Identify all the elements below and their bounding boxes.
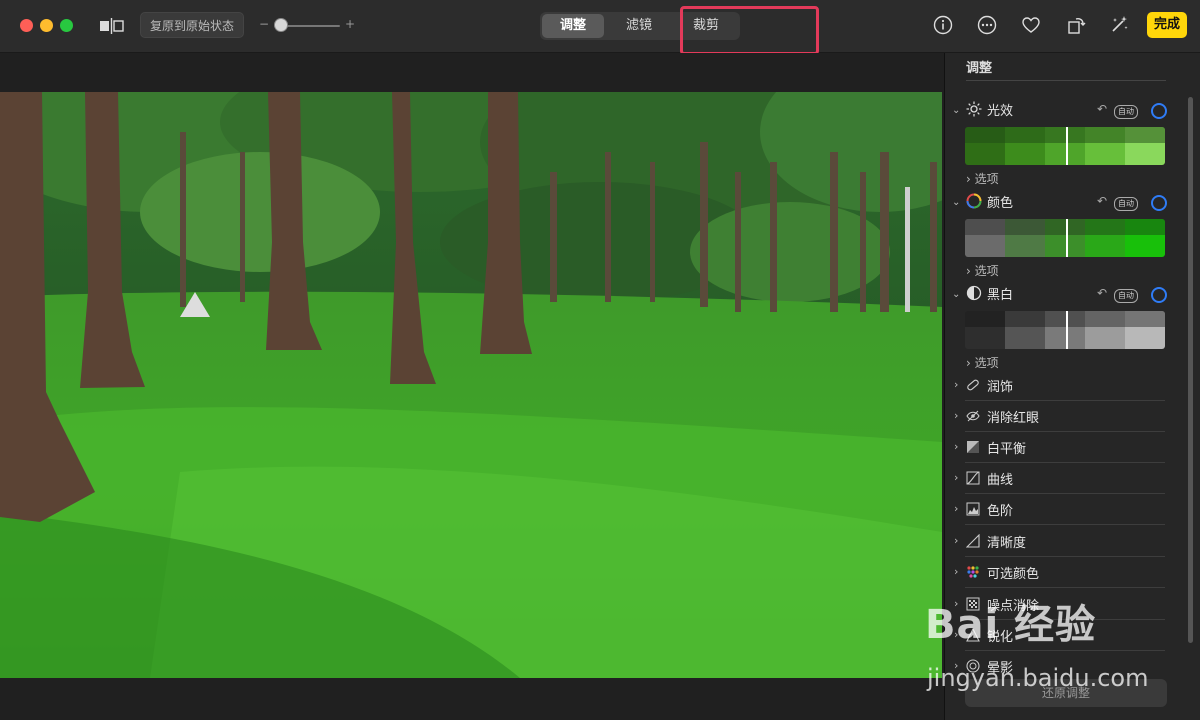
definition-icon (966, 534, 980, 548)
sidebar-item-label: 白平衡 (987, 442, 1027, 457)
undo-icon[interactable]: ↶ (1097, 286, 1107, 300)
bw-options-toggle[interactable]: › 选项 (966, 354, 999, 371)
auto-button[interactable]: 自动 (1114, 105, 1138, 119)
baidu-watermark: Bai 经验 jingyan.baidu.com (925, 592, 1165, 702)
filmstrip-marker[interactable] (1066, 219, 1068, 257)
chevron-right-icon: › (954, 409, 959, 422)
row-divider (965, 587, 1165, 588)
sidebar-title-divider (966, 80, 1166, 81)
bandage-icon (967, 379, 979, 391)
bw-filmstrip[interactable] (965, 311, 1165, 349)
row-divider (965, 400, 1165, 401)
done-button[interactable]: 完成 (1147, 12, 1187, 38)
chevron-down-icon[interactable]: ⌄ (952, 105, 960, 116)
sidebar-item-label: 清晰度 (987, 536, 1027, 551)
row-divider (965, 493, 1165, 494)
photo-canvas (0, 53, 944, 720)
chevron-right-icon: › (954, 378, 959, 391)
chevron-right-icon: › (954, 502, 959, 515)
sun-icon (966, 101, 982, 117)
chevron-right-icon: › (954, 565, 959, 578)
section-toggle[interactable] (1151, 287, 1167, 303)
sidebar-item-label: 消除红眼 (987, 411, 1040, 426)
color-filmstrip[interactable] (965, 219, 1165, 257)
auto-button[interactable]: 自动 (1114, 289, 1138, 303)
section-light-label: 光效 (987, 104, 1014, 119)
chevron-down-icon[interactable]: ⌄ (952, 289, 960, 300)
sidebar-item-levels[interactable]: › 色阶 (945, 495, 1185, 525)
zoom-slider-thumb[interactable] (274, 18, 288, 32)
filmstrip-marker[interactable] (1066, 127, 1068, 165)
section-toggle[interactable] (1151, 195, 1167, 211)
sidebar-item-curves[interactable]: › 曲线 (945, 464, 1185, 494)
light-options-toggle[interactable]: › 选项 (966, 170, 999, 187)
section-toggle[interactable] (1151, 103, 1167, 119)
row-divider (965, 462, 1165, 463)
sidebar-item-label: 色阶 (987, 504, 1014, 519)
maximize-window-button[interactable] (60, 19, 73, 32)
watermark-url: jingyan.baidu.com (927, 664, 1149, 692)
info-icon[interactable] (932, 14, 954, 36)
filmstrip-marker[interactable] (1066, 311, 1068, 349)
color-wheel-icon (966, 193, 982, 209)
sidebar-item-label: 润饰 (987, 380, 1014, 395)
sidebar-item-red-eye[interactable]: › 消除红眼 (945, 402, 1185, 432)
toolbar: 复原到原始状态 − + 调整 滤镜 裁剪 完成 (0, 0, 1200, 55)
levels-icon (966, 502, 980, 516)
crop-tab-highlight-box (680, 6, 819, 55)
section-color-label: 颜色 (987, 196, 1014, 211)
heart-icon[interactable] (1020, 14, 1042, 36)
sidebar-scrollbar[interactable] (1188, 97, 1193, 643)
photos-editor-window: 复原到原始状态 − + 调整 滤镜 裁剪 完成 调整 ⌄ 光效 ↶ 自动 › 选… (0, 0, 1200, 720)
tab-filters[interactable]: 滤镜 (608, 14, 670, 38)
edited-photo-forest-lawn (0, 92, 942, 678)
curves-icon (966, 471, 980, 485)
section-bw-label: 黑白 (987, 288, 1014, 303)
row-divider (965, 431, 1165, 432)
sidebar-item-retouch[interactable]: › 润饰 (945, 371, 1185, 401)
close-window-button[interactable] (20, 19, 33, 32)
sidebar-item-label: 可选颜色 (987, 567, 1040, 582)
white-balance-icon (967, 441, 979, 453)
sidebar-item-definition[interactable]: › 清晰度 (945, 527, 1185, 557)
compare-split-icon[interactable] (99, 18, 125, 34)
color-options-toggle[interactable]: › 选项 (966, 262, 999, 279)
light-filmstrip[interactable] (965, 127, 1165, 165)
sidebar-item-label: 曲线 (987, 473, 1014, 488)
tab-adjust[interactable]: 调整 (542, 14, 604, 38)
sidebar-item-white-balance[interactable]: › 白平衡 (945, 433, 1185, 463)
undo-icon[interactable]: ↶ (1097, 194, 1107, 208)
rotate-icon[interactable] (1065, 14, 1087, 36)
more-icon[interactable] (976, 14, 998, 36)
row-divider (965, 524, 1165, 525)
eye-icon (966, 410, 980, 422)
sidebar-item-selective-color[interactable]: › 可选颜色 (945, 558, 1185, 588)
magic-wand-icon[interactable] (1108, 14, 1130, 36)
chevron-right-icon: › (954, 440, 959, 453)
watermark-brand: Bai 经验 (925, 602, 1097, 648)
chevron-right-icon: › (954, 534, 959, 547)
zoom-in-label: + (345, 17, 356, 31)
half-circle-icon (966, 285, 982, 301)
undo-icon[interactable]: ↶ (1097, 102, 1107, 116)
auto-button[interactable]: 自动 (1114, 197, 1138, 211)
sidebar-title: 调整 (966, 61, 993, 76)
minimize-window-button[interactable] (40, 19, 53, 32)
row-divider (965, 556, 1165, 557)
zoom-out-label: − (259, 17, 270, 31)
chevron-down-icon[interactable]: ⌄ (952, 197, 960, 208)
selective-color-icon (967, 566, 979, 578)
revert-to-original-button[interactable]: 复原到原始状态 (140, 12, 244, 38)
chevron-right-icon: › (954, 471, 959, 484)
